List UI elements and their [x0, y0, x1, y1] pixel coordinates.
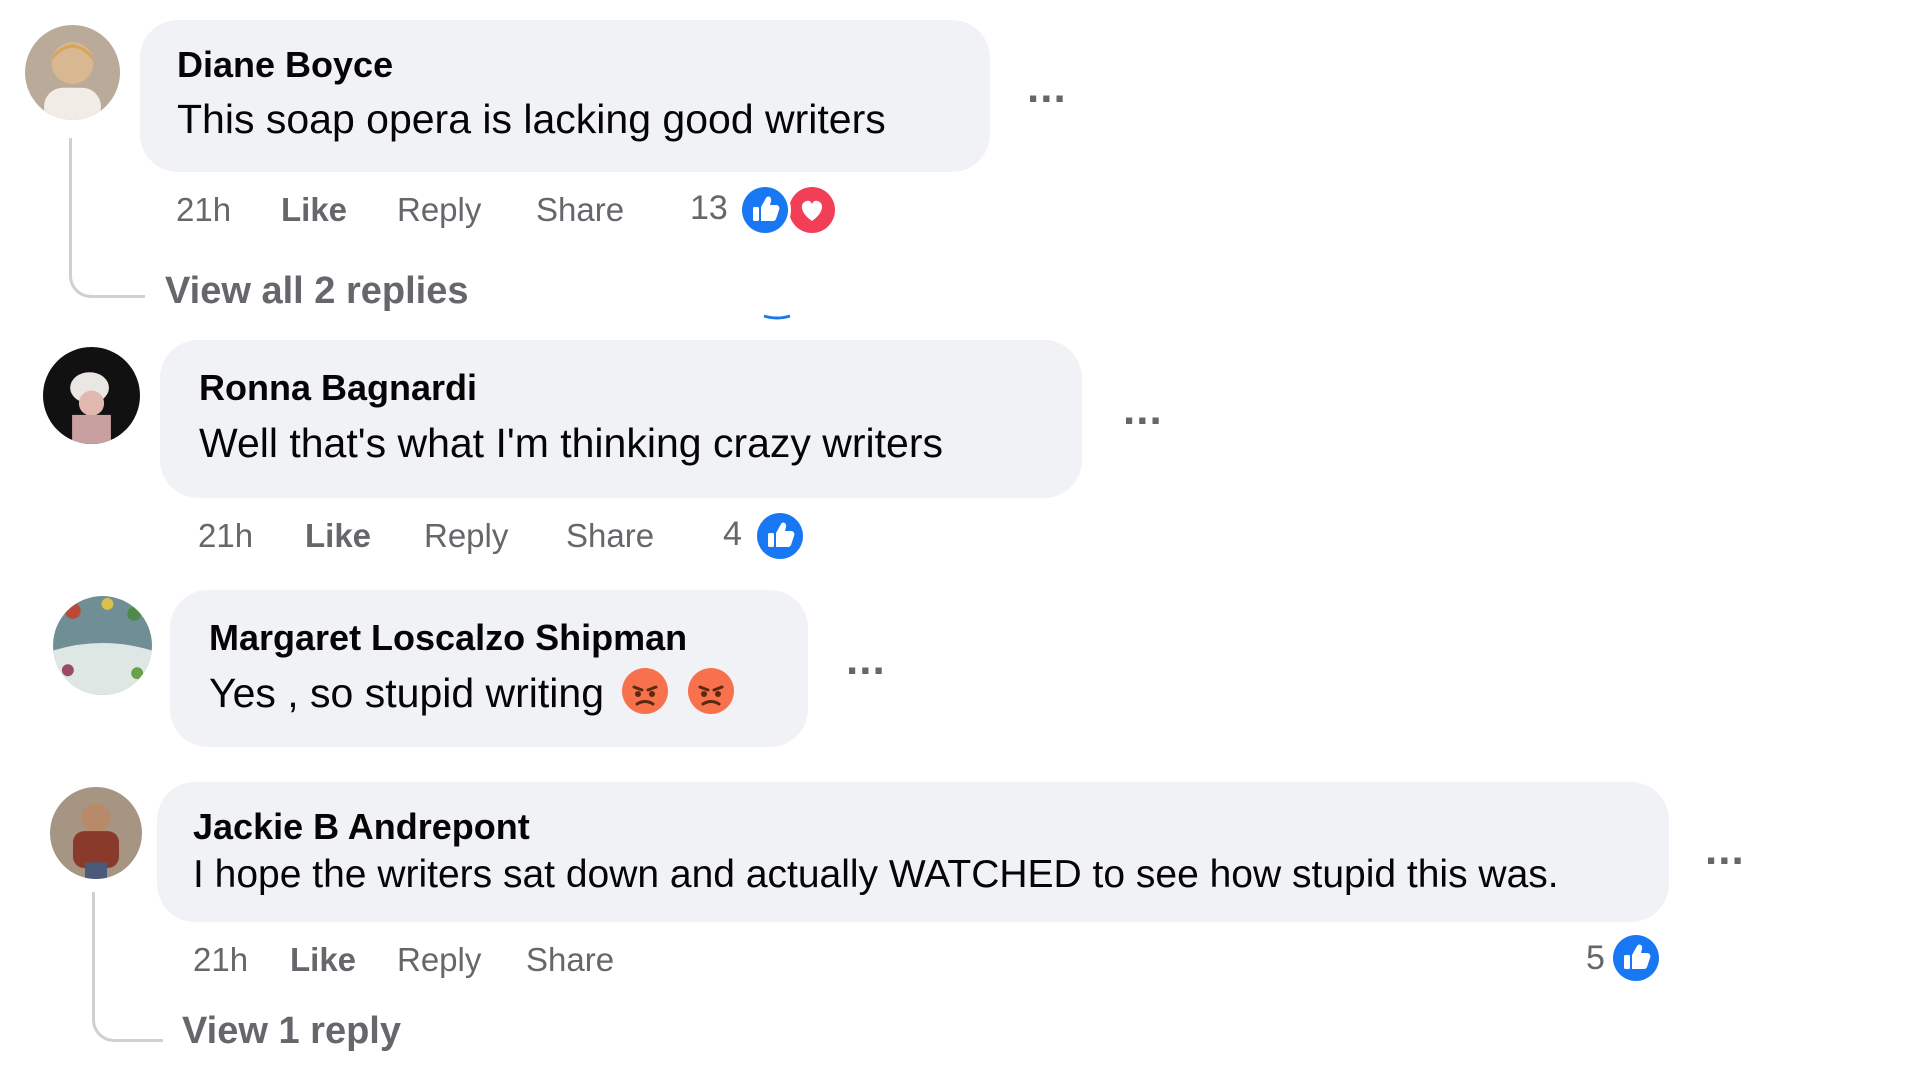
angry-face-emoji: [621, 667, 669, 725]
avatar[interactable]: [53, 596, 152, 695]
avatar-image: [43, 347, 140, 444]
share-button[interactable]: Share: [566, 517, 654, 555]
reply-button[interactable]: Reply: [397, 941, 481, 979]
reply-thread-line: [92, 892, 163, 1042]
more-options-button[interactable]: ...: [1027, 66, 1067, 110]
share-button[interactable]: Share: [526, 941, 614, 979]
avatar[interactable]: [43, 347, 140, 444]
view-replies-link[interactable]: View 1 reply: [182, 1010, 401, 1053]
like-button[interactable]: Like: [305, 517, 371, 555]
reaction-count[interactable]: 4: [723, 515, 742, 554]
reply-button[interactable]: Reply: [424, 517, 508, 555]
comment-timestamp[interactable]: 21h: [176, 191, 231, 229]
love-icon: [786, 184, 838, 236]
like-icon: [754, 510, 806, 562]
comment-timestamp[interactable]: 21h: [198, 517, 253, 555]
share-button[interactable]: Share: [536, 191, 624, 229]
comment-bubble: [160, 340, 1082, 498]
like-button[interactable]: Like: [281, 191, 347, 229]
like-button[interactable]: Like: [290, 941, 356, 979]
like-icon: [1610, 932, 1662, 984]
avatar[interactable]: [25, 25, 120, 120]
reaction-icons[interactable]: [752, 508, 808, 564]
comment-author[interactable]: Jackie B Andrepont: [193, 806, 530, 848]
comment-author[interactable]: Ronna Bagnardi: [199, 367, 477, 409]
comment-text: Yes , so stupid writing: [209, 667, 735, 725]
like-icon: [739, 184, 791, 236]
more-options-button[interactable]: ...: [846, 638, 886, 682]
reaction-icons[interactable]: [737, 182, 843, 238]
avatar-image: [50, 787, 142, 879]
comment-author[interactable]: Margaret Loscalzo Shipman: [209, 617, 687, 659]
reaction-count[interactable]: 5: [1586, 939, 1605, 978]
reply-button[interactable]: Reply: [397, 191, 481, 229]
angry-face-emoji: [687, 667, 735, 725]
comment-text: I hope the writers sat down and actually…: [193, 853, 1559, 896]
comment-text: This soap opera is lacking good writers: [177, 96, 886, 142]
reaction-icons[interactable]: [1608, 930, 1664, 986]
comment-text: Well that's what I'm thinking crazy writ…: [199, 420, 944, 466]
avatar[interactable]: [50, 787, 142, 879]
comment-timestamp[interactable]: 21h: [193, 941, 248, 979]
unread-indicator: [763, 314, 791, 320]
comment-bubble: [157, 782, 1669, 922]
more-options-button[interactable]: ...: [1705, 828, 1745, 872]
comment-text-content: Yes , so stupid writing: [209, 670, 605, 716]
comment-author[interactable]: Diane Boyce: [177, 44, 393, 86]
view-replies-link[interactable]: View all 2 replies: [165, 270, 468, 313]
reply-thread-line: [69, 138, 145, 298]
reaction-count[interactable]: 13: [690, 189, 728, 228]
more-options-button[interactable]: ...: [1123, 388, 1163, 432]
avatar-image: [53, 596, 152, 695]
avatar-image: [25, 25, 120, 120]
